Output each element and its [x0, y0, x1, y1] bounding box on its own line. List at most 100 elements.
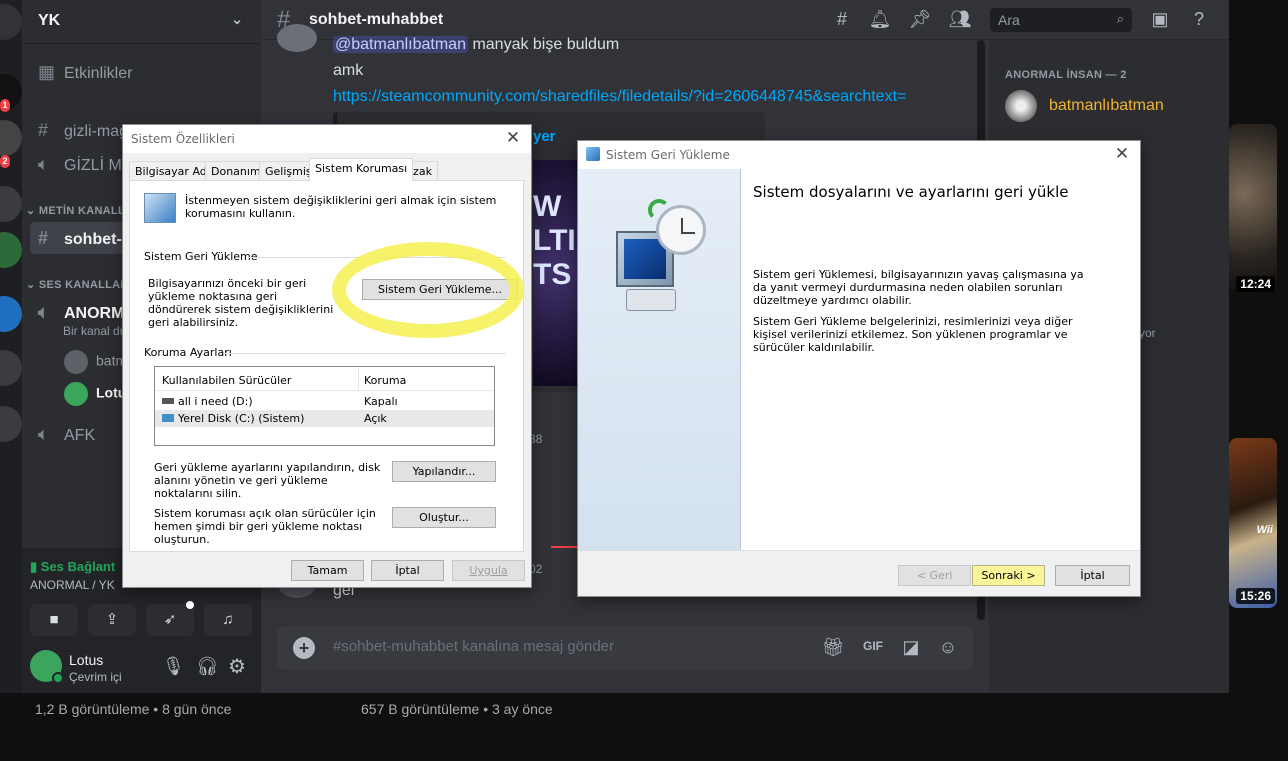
server-icon[interactable]	[0, 4, 22, 40]
member-name[interactable]: batmanlıbatman	[1049, 97, 1164, 115]
message-link[interactable]: https://steamcommunity.com/sharedfiles/f…	[333, 88, 906, 106]
notification-dot	[186, 601, 194, 609]
system-restore-wizard: Sistem Geri Yükleme ✕ Sistem dosyalarını…	[577, 140, 1141, 597]
voice-channel-desc: Bir kanal du	[63, 324, 127, 338]
dialog-titlebar[interactable]: Sistem Geri Yükleme	[578, 141, 1140, 169]
close-icon[interactable]: ✕	[501, 127, 525, 149]
voice-user[interactable]: Lotu	[64, 382, 126, 406]
system-drive-icon	[162, 414, 174, 422]
headphones-icon[interactable]: 🎧︎	[196, 656, 219, 677]
soundboard-icon: ♫	[222, 611, 234, 628]
system-protection-icon	[144, 193, 176, 223]
voice-user[interactable]: batm	[64, 350, 127, 374]
col-protection[interactable]: Koruma	[364, 374, 406, 387]
server-rail: 1 2	[0, 0, 22, 693]
calendar-icon: ▦	[38, 62, 56, 82]
server-header[interactable]: YK ⌄	[22, 0, 261, 44]
video-thumbnail[interactable]: 12:24	[1229, 124, 1277, 296]
plus-icon[interactable]: +	[293, 637, 315, 659]
youtube-bottom-strip: 1,2 B görüntüleme • 8 gün önce 657 B gör…	[0, 693, 1229, 761]
restore-group-label: Sistem Geri Yükleme	[144, 250, 258, 263]
message: amk	[333, 62, 364, 79]
help-icon[interactable]: ?	[1187, 9, 1211, 30]
ok-button[interactable]: Tamam	[291, 560, 364, 581]
youtube-sidebar: 12:24 Wii 15:26	[1229, 0, 1288, 761]
avatar	[277, 24, 317, 52]
member-category: ANORMAL İNSAN — 2	[1005, 69, 1127, 81]
server-icon[interactable]	[0, 186, 22, 222]
soundboard-button[interactable]: ♫	[204, 604, 252, 636]
gif-icon[interactable]: GIF	[861, 639, 885, 653]
protection-group-label: Koruma Ayarları	[144, 346, 232, 359]
list-header: Kullanılabilen Sürücüler Koruma	[155, 367, 494, 391]
voice-status[interactable]: ▮ Ses Bağlant	[30, 559, 115, 575]
create-description: Sistem koruması açık olan sürücüler için…	[154, 507, 376, 546]
category-voice[interactable]: ⌄ SES KANALLAR	[26, 278, 129, 291]
group-divider	[248, 257, 506, 258]
cancel-button[interactable]: İptal	[1055, 565, 1130, 586]
unread-badge: 1	[0, 99, 10, 112]
activity-button[interactable]: ➶	[146, 604, 194, 636]
member-activity: yor	[1139, 326, 1156, 340]
back-button[interactable]: < Geri	[898, 565, 971, 586]
drive-list: Kullanılabilen Sürücüler Koruma all i ne…	[154, 366, 495, 446]
camera-button[interactable]: ■	[30, 604, 78, 636]
server-icon[interactable]	[0, 296, 22, 332]
intro-text: İstenmeyen sistem değişikliklerini geri …	[185, 194, 497, 220]
tab-system-protection[interactable]: Sistem Koruması	[309, 158, 414, 181]
server-icon[interactable]	[0, 350, 22, 386]
video-meta: 657 B görüntüleme • 3 ay önce	[361, 701, 553, 717]
username: Lotus	[69, 652, 104, 668]
restore-arrow-icon	[648, 199, 670, 221]
search-icon: ⌕	[1116, 11, 1124, 26]
tab-computer-name[interactable]: Bilgisayar Adı	[129, 161, 216, 180]
group-divider	[224, 353, 506, 354]
tab-hardware[interactable]: Donanım	[205, 161, 267, 180]
message-composer[interactable]: + #sohbet-muhabbet kanalına mesaj gönder…	[277, 626, 973, 670]
system-restore-button[interactable]: Sistem Geri Yükleme...	[362, 279, 518, 300]
restore-app-icon	[586, 147, 600, 161]
voice-channel-path: ANORMAL / YK	[30, 578, 115, 592]
inbox-icon[interactable]: ▣	[1148, 9, 1172, 30]
embed-image[interactable]: W LTI TS 1.4	[533, 160, 581, 386]
user-panel: Lotus Çevrim içi 🎙︎ 🎧︎ ⚙	[22, 638, 261, 693]
col-drives[interactable]: Kullanılabilen Sürücüler	[162, 374, 291, 387]
next-button[interactable]: Sonraki >	[972, 565, 1045, 586]
emoji-icon[interactable]: ☺	[936, 637, 960, 658]
server-icon[interactable]	[0, 120, 22, 156]
composer-placeholder: #sohbet-muhabbet kanalına mesaj gönder	[333, 638, 615, 655]
avatar[interactable]	[1005, 90, 1037, 122]
gift-icon[interactable]: 🎁︎	[821, 637, 845, 658]
table-row[interactable]: all i need (D:) Kapalı	[155, 393, 494, 410]
system-properties-dialog: Sistem Özellikleri ✕ Bilgisayar Adı Dona…	[122, 124, 532, 588]
category-text[interactable]: ⌄ METİN KANALL	[26, 204, 125, 217]
apply-button[interactable]: Uygula	[452, 560, 525, 581]
cancel-button[interactable]: İptal	[371, 560, 444, 581]
drive-icon	[162, 398, 174, 404]
sticker-icon[interactable]: ◪	[899, 637, 923, 658]
dialog-titlebar[interactable]: Sistem Özellikleri	[123, 125, 531, 153]
microphone-icon[interactable]: 🎙︎	[162, 656, 185, 677]
search-input[interactable]: Ara ⌕	[990, 8, 1132, 32]
screen-share-button[interactable]: ⇪	[88, 604, 136, 636]
screen-share-icon: ⇪	[105, 611, 119, 628]
close-icon[interactable]: ✕	[1110, 143, 1134, 165]
video-thumbnail[interactable]: Wii 15:26	[1229, 438, 1277, 608]
create-button[interactable]: Oluştur...	[392, 507, 496, 528]
server-name: YK	[38, 12, 61, 29]
gear-icon[interactable]: ⚙	[228, 654, 246, 679]
column-divider	[358, 369, 359, 389]
channel-events[interactable]: ▦ Etkinlikler	[30, 56, 256, 88]
pc-base-icon	[626, 289, 676, 311]
table-row[interactable]: Yerel Disk (C:) (Sistem) Açık	[155, 410, 494, 427]
video-duration: 15:26	[1236, 588, 1275, 604]
wizard-heading: Sistem dosyalarını ve ayarlarını geri yü…	[753, 183, 1069, 201]
speaker-icon: 🔈︎	[38, 302, 49, 322]
restore-description: Bilgisayarınızı önceki bir geri yükleme …	[148, 277, 334, 329]
embed-title[interactable]: yer	[533, 128, 556, 145]
server-icon[interactable]	[0, 232, 22, 268]
server-icon[interactable]	[0, 406, 22, 442]
hash-icon: #	[38, 120, 49, 140]
mention[interactable]: @batmanlıbatman	[333, 36, 468, 53]
configure-button[interactable]: Yapılandır...	[392, 461, 496, 482]
